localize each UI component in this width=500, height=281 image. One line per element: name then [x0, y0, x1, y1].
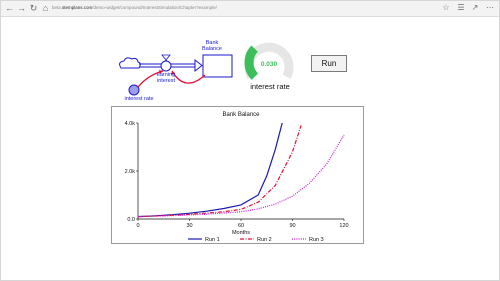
y-tick-label: 4.0k: [125, 121, 136, 127]
bank-balance-chart: Bank Balance 0 30 60 90 120 0.0 2.0k 4.0k Months R…: [125, 112, 349, 243]
flow-label-line2: interest: [156, 78, 176, 84]
series-line-run-2: [137, 125, 302, 218]
flow-arrowhead: [194, 58, 203, 73]
share-icon[interactable]: ↗: [470, 3, 480, 13]
series-line-run-1: [137, 122, 283, 218]
star-icon[interactable]: ☆: [441, 3, 451, 13]
stock-label: Bank Balance: [197, 40, 227, 52]
url-path: /demo-widget/compound/InterestSimulation…: [92, 5, 217, 10]
gauge-caption: interest rate: [250, 82, 290, 91]
refresh-icon[interactable]: ↻: [28, 3, 39, 14]
chart-title: Bank Balance: [222, 112, 260, 118]
chart-frame: Bank Balance 0 30 60 90 120 0.0 2.0k 4.0k Months R…: [111, 106, 364, 244]
back-arrow-icon[interactable]: ←: [4, 3, 15, 14]
address-bar[interactable]: beta.stemplans.com/demo-widget/compound/…: [52, 2, 412, 14]
stock-label-line2: Balance: [202, 46, 222, 52]
forward-arrow-icon[interactable]: →: [16, 3, 27, 14]
flow-valve-circle: [160, 60, 172, 72]
converter-label: interest rate: [124, 96, 154, 102]
url-prefix: beta.: [52, 5, 63, 10]
menu-icon[interactable]: ⋯: [485, 3, 495, 13]
y-tick-label: 0.0: [127, 217, 135, 223]
gauge-value: 0.030: [260, 61, 278, 68]
legend-label: Run 2: [257, 237, 272, 243]
legend-label: Run 3: [309, 237, 324, 243]
x-tick-label: 120: [339, 223, 348, 229]
run-button[interactable]: Run: [311, 55, 347, 72]
favorites-list-icon[interactable]: ☰: [456, 3, 466, 13]
cloud-icon: [119, 57, 141, 69]
url-host: stemplans.com: [62, 5, 93, 10]
x-tick-label: 60: [238, 223, 244, 229]
converter-interest-rate: [128, 84, 140, 96]
x-tick-label: 0: [136, 223, 139, 229]
legend-label: Run 1: [205, 237, 220, 243]
flow-label: earning interest: [150, 72, 182, 84]
browser-toolbar: ← → ↻ ⌂ beta.stemplans.com/demo-widget/c…: [0, 0, 500, 17]
stock-bank-balance: [202, 54, 233, 78]
y-tick-label: 2.0k: [125, 169, 136, 175]
x-tick-label: 90: [289, 223, 295, 229]
home-icon[interactable]: ⌂: [40, 3, 51, 14]
x-axis-label: Months: [232, 230, 250, 236]
x-tick-label: 30: [186, 223, 192, 229]
